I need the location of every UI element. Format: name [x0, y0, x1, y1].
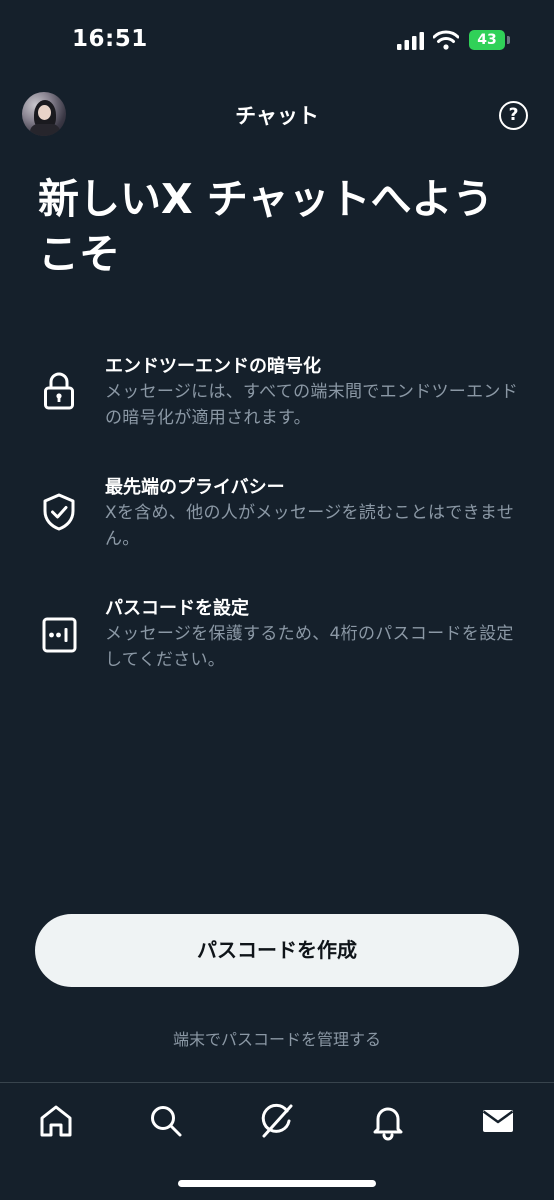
feature-description: メッセージを保護するため、4桁のパスコードを設定してください。	[105, 624, 514, 670]
cellular-signal-icon	[397, 32, 424, 50]
wifi-icon	[433, 30, 459, 50]
chat-header: チャット ?	[0, 88, 554, 140]
feature-description: Xを含め、他の人がメッセージを読むことはできません。	[105, 503, 514, 549]
manage-passcode-link[interactable]: 端末でパスコードを管理する	[0, 1026, 554, 1050]
status-time: 16:51	[72, 26, 148, 52]
welcome-title: 新しいX チャットへようこそ	[38, 175, 494, 278]
feature-title: エンドツーエンドの暗号化	[105, 356, 321, 377]
search-icon[interactable]	[146, 1101, 186, 1141]
status-bar: 16:51 43	[0, 0, 554, 80]
feature-passcode: パスコードを設定 メッセージを保護するため、4桁のパスコードを設定してください。	[0, 597, 554, 687]
feature-description: メッセージには、すべての端末間でエンドツーエンドの暗号化が適用されます。	[105, 382, 518, 428]
passcode-icon	[42, 617, 77, 653]
battery-indicator: 43	[469, 30, 505, 50]
feature-title: 最先端のプライバシー	[105, 477, 285, 498]
feature-privacy: 最先端のプライバシー Xを含め、他の人がメッセージを読むことはできません。	[0, 476, 554, 566]
page-title: チャット	[235, 104, 319, 128]
home-indicator	[178, 1180, 376, 1187]
lock-icon	[44, 372, 74, 410]
feature-title: パスコードを設定	[105, 598, 249, 619]
shield-check-icon	[43, 493, 75, 531]
help-button[interactable]: ?	[499, 101, 528, 130]
battery-cap	[507, 36, 510, 44]
messages-envelope-icon[interactable]	[478, 1101, 518, 1141]
notifications-bell-icon[interactable]	[368, 1101, 408, 1141]
home-icon[interactable]	[36, 1101, 76, 1141]
create-passcode-button[interactable]: パスコードを作成	[35, 914, 519, 987]
battery-level: 43	[477, 32, 497, 48]
grok-icon[interactable]	[257, 1101, 297, 1141]
feature-encryption: エンドツーエンドの暗号化 メッセージには、すべての端末間でエンドツーエンドの暗号…	[0, 355, 554, 445]
question-circle-icon: ?	[508, 105, 519, 125]
